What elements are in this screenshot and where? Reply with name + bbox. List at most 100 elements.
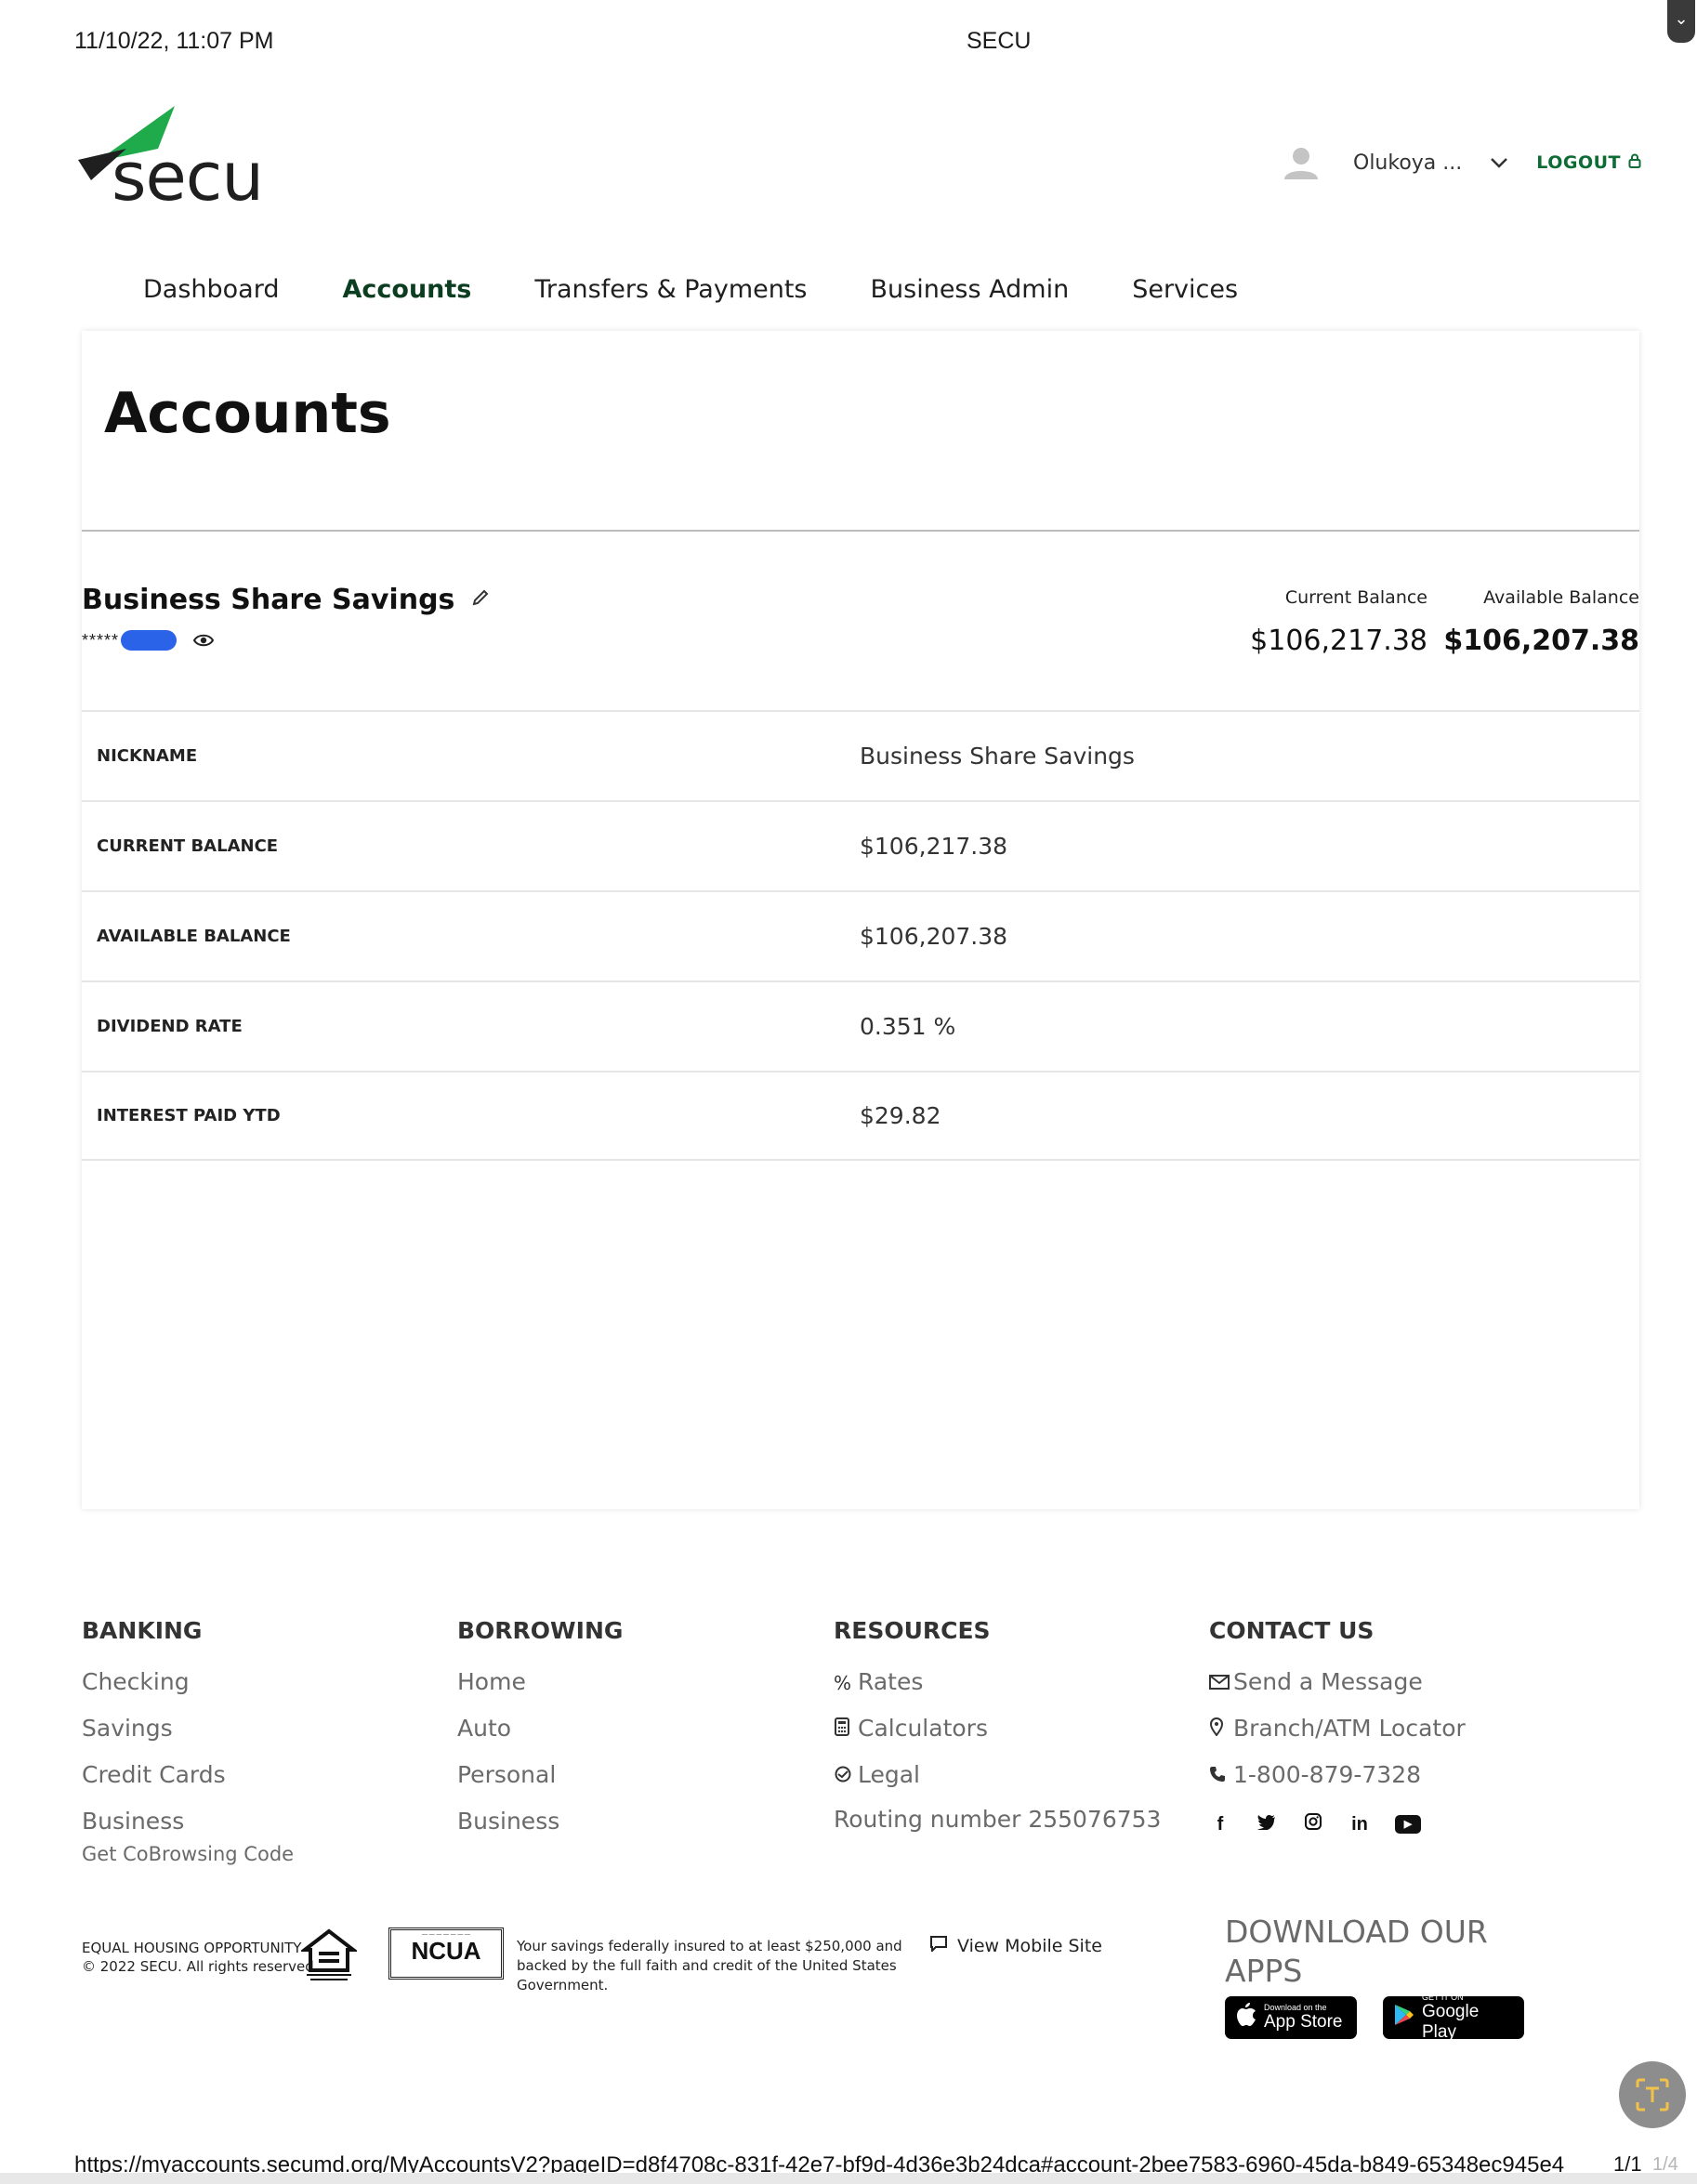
legal-label: Legal xyxy=(858,1761,921,1788)
detail-value: $106,207.38 xyxy=(860,923,1008,950)
equal-housing-label: EQUAL HOUSING OPPORTUNITY xyxy=(82,1940,302,1956)
table-row: DIVIDEND RATE 0.351 % xyxy=(82,980,1639,1071)
available-balance-value: $106,207.38 xyxy=(1443,625,1639,657)
app-store-text: Download on the App Store xyxy=(1264,2003,1343,2033)
footer-link-home[interactable]: Home xyxy=(457,1666,623,1713)
view-mobile-site-link[interactable]: View Mobile Site xyxy=(929,1935,1102,1956)
current-balance-label: Current Balance xyxy=(1284,587,1427,608)
detail-label: NICKNAME xyxy=(97,746,198,766)
secu-logo[interactable]: secu xyxy=(78,106,292,216)
footer-banking: BANKING Checking Savings Credit Cards Bu… xyxy=(82,1617,294,1865)
footer-link-send-message[interactable]: Send a Message xyxy=(1209,1666,1466,1713)
text-recognition-float-icon[interactable] xyxy=(1619,2061,1686,2128)
bottom-strip xyxy=(0,2173,1697,2184)
footer-heading-borrowing: BORROWING xyxy=(457,1617,624,1644)
legal-handshake-icon xyxy=(834,1760,858,1792)
google-play-button[interactable]: GET IT ON Google Play xyxy=(1383,1993,1524,2042)
accounts-card: Accounts Business Share Savings ***** Cu… xyxy=(82,331,1639,1509)
cobrowse-code-link[interactable]: Get CoBrowsing Code xyxy=(82,1843,294,1865)
table-row: AVAILABLE BALANCE $106,207.38 xyxy=(82,890,1639,980)
footer-heading-banking: BANKING xyxy=(82,1617,203,1644)
routing-number: Routing number 255076753 xyxy=(834,1806,1162,1833)
send-message-label: Send a Message xyxy=(1233,1668,1423,1695)
store-buttons: Download on the App Store GET IT ON Goog… xyxy=(1225,1993,1524,2042)
footer-resources: RESOURCES % Rates Calculators Legal Routi… xyxy=(834,1617,1161,1833)
nav-business-admin[interactable]: Business Admin xyxy=(871,275,1070,304)
user-name[interactable]: Olukoya ... xyxy=(1353,151,1462,175)
linkedin-icon[interactable]: in xyxy=(1348,1814,1371,1835)
footer-link-branch-locator[interactable]: Branch/ATM Locator xyxy=(1209,1713,1466,1759)
equal-housing-text: EQUAL HOUSING OPPORTUNITY © 2022 SECU. A… xyxy=(82,1939,319,1976)
calculator-icon xyxy=(834,1714,858,1745)
map-pin-icon xyxy=(1209,1714,1233,1745)
user-menu[interactable]: Olukoya ... LOGOUT xyxy=(1283,139,1641,186)
account-number-row: ***** xyxy=(82,628,216,652)
detail-value: $106,217.38 xyxy=(860,833,1008,860)
edit-nickname-pencil-icon[interactable] xyxy=(471,588,490,612)
nav-transfers-payments[interactable]: Transfers & Payments xyxy=(534,275,807,304)
footer-link-personal[interactable]: Personal xyxy=(457,1759,623,1806)
google-play-big-text: Google Play xyxy=(1422,2002,1480,2042)
logout-label: LOGOUT xyxy=(1536,152,1621,173)
twitter-icon[interactable] xyxy=(1256,1814,1278,1835)
table-row: NICKNAME Business Share Savings xyxy=(82,710,1639,800)
app-store-button[interactable]: Download on the App Store xyxy=(1225,1996,1357,2039)
footer-link-business-loans[interactable]: Business xyxy=(457,1806,623,1852)
rates-label: Rates xyxy=(858,1668,924,1695)
collapse-chevron-icon[interactable]: ⌄ xyxy=(1667,0,1695,43)
nav-services[interactable]: Services xyxy=(1132,275,1238,304)
account-name: Business Share Savings xyxy=(82,584,455,616)
logout-button[interactable]: LOGOUT xyxy=(1536,152,1641,173)
percent-icon: % xyxy=(834,1672,852,1694)
ncua-insurance-text: Your savings federally insured to at lea… xyxy=(517,1938,902,1993)
detail-label: DIVIDEND RATE xyxy=(97,1017,243,1036)
table-row: CURRENT BALANCE $106,217.38 xyxy=(82,800,1639,890)
detail-value: $29.82 xyxy=(860,1102,941,1129)
page-title: Accounts xyxy=(104,381,391,446)
detail-value: 0.351 % xyxy=(860,1013,956,1040)
facebook-icon[interactable]: f xyxy=(1209,1814,1231,1835)
current-balance-value: $106,217.38 xyxy=(1250,625,1427,657)
phone-number: 1-800-879-7328 xyxy=(1233,1761,1422,1788)
phone-icon xyxy=(1209,1760,1233,1792)
account-details-table: NICKNAME Business Share Savings CURRENT … xyxy=(82,710,1639,1161)
nav-dashboard[interactable]: Dashboard xyxy=(143,275,279,304)
redacted-account-digits xyxy=(121,630,178,651)
detail-label: AVAILABLE BALANCE xyxy=(97,927,291,946)
footer-link-calculators[interactable]: Calculators xyxy=(834,1713,1161,1759)
google-play-small-text: GET IT ON xyxy=(1422,1993,1464,2002)
youtube-icon[interactable]: ▶ xyxy=(1395,1815,1421,1834)
nav-accounts[interactable]: Accounts xyxy=(342,275,471,304)
table-row: INTEREST PAID YTD $29.82 xyxy=(82,1071,1639,1161)
footer-link-legal[interactable]: Legal xyxy=(834,1759,1161,1806)
available-balance-block: Available Balance $106,207.38 xyxy=(1443,587,1639,657)
footer-link-credit-cards[interactable]: Credit Cards xyxy=(82,1759,294,1806)
available-balance-label: Available Balance xyxy=(1483,587,1639,608)
apple-icon xyxy=(1236,2002,1256,2033)
footer-contact: CONTACT US Send a Message Branch/ATM Loc… xyxy=(1209,1617,1466,1835)
footer-heading-contact: CONTACT US xyxy=(1209,1617,1375,1644)
branch-locator-label: Branch/ATM Locator xyxy=(1233,1715,1466,1742)
print-header: 11/10/22, 11:07 PM SECU ⌄ xyxy=(0,0,1697,74)
download-apps-title: DOWNLOAD OUR APPS xyxy=(1225,1914,1488,1989)
account-name-row: Business Share Savings xyxy=(82,584,490,616)
footer-link-auto[interactable]: Auto xyxy=(457,1713,623,1759)
footer-link-checking[interactable]: Checking xyxy=(82,1666,294,1713)
ncua-logo: — — — — — — — NCUA xyxy=(388,1927,504,1980)
footer-link-phone[interactable]: 1-800-879-7328 xyxy=(1209,1759,1466,1796)
detail-label: INTEREST PAID YTD xyxy=(97,1106,281,1125)
google-play-text: GET IT ON Google Play xyxy=(1422,1993,1513,2043)
footer-heading-resources: RESOURCES xyxy=(834,1617,991,1644)
main-nav: Dashboard Accounts Transfers & Payments … xyxy=(143,275,1301,304)
app-store-big-text: App Store xyxy=(1264,2012,1343,2032)
lock-icon xyxy=(1628,153,1641,172)
social-links: f in ▶ xyxy=(1209,1813,1466,1835)
show-account-number-eye-icon[interactable] xyxy=(191,628,216,652)
title-divider xyxy=(82,530,1639,532)
current-balance-block: Current Balance $106,217.38 xyxy=(1250,587,1427,657)
footer-link-savings[interactable]: Savings xyxy=(82,1713,294,1759)
chevron-down-icon[interactable] xyxy=(1490,151,1508,175)
instagram-icon[interactable] xyxy=(1302,1813,1324,1835)
footer-link-rates[interactable]: % Rates xyxy=(834,1666,1161,1713)
detail-value: Business Share Savings xyxy=(860,743,1135,770)
